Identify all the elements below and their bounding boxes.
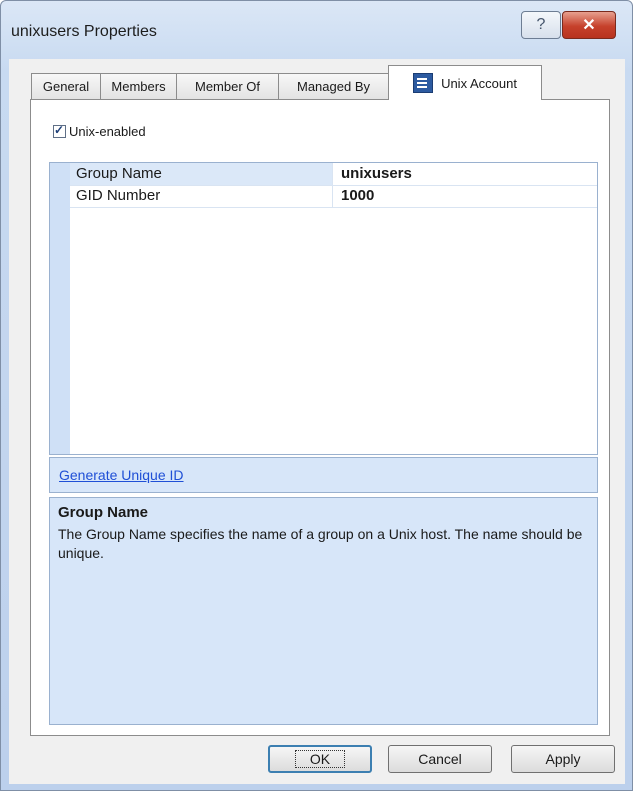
cancel-button[interactable]: Cancel	[388, 745, 492, 773]
ok-label: OK	[294, 750, 346, 768]
tab-managed-by[interactable]: Managed By	[278, 73, 389, 99]
property-value[interactable]: 1000	[333, 185, 374, 207]
property-name: GID Number	[70, 185, 333, 207]
ok-button[interactable]: OK	[268, 745, 372, 773]
properties-dialog: unixusers Properties ? ✕ General Members…	[0, 0, 633, 791]
tab-members[interactable]: Members	[100, 73, 177, 99]
property-grid[interactable]: Group Name unixusers GID Number 1000	[49, 162, 598, 455]
property-row-gid-number[interactable]: GID Number 1000	[70, 185, 597, 208]
unix-enabled-label: Unix-enabled	[69, 124, 146, 139]
command-pane: Generate Unique ID	[49, 457, 598, 493]
tab-label: Members	[111, 79, 166, 94]
tab-label: Managed By	[297, 79, 370, 94]
property-row-group-name[interactable]: Group Name unixusers	[70, 163, 597, 186]
title-bar[interactable]: unixusers Properties ? ✕	[1, 1, 632, 61]
cancel-label: Cancel	[418, 751, 462, 767]
unix-enabled-row[interactable]: Unix-enabled	[53, 123, 146, 139]
tab-label: Unix Account	[441, 75, 517, 91]
property-value[interactable]: unixusers	[333, 163, 412, 185]
property-name: Group Name	[70, 163, 333, 185]
tab-label: General	[42, 79, 90, 94]
tab-general[interactable]: General	[31, 73, 101, 99]
close-button[interactable]: ✕	[562, 11, 616, 39]
description-pane: Group Name The Group Name specifies the …	[49, 497, 598, 725]
close-icon: ✕	[582, 17, 596, 34]
unix-account-panel: Unix-enabled Group Name unixusers GID Nu…	[30, 99, 610, 736]
apply-button[interactable]: Apply	[511, 745, 615, 773]
dialog-body: General Members Member Of Managed By Uni…	[9, 59, 625, 784]
description-title: Group Name	[58, 504, 149, 521]
grid-margin	[50, 163, 70, 454]
window-title: unixusers Properties	[11, 23, 157, 40]
tab-member-of[interactable]: Member Of	[176, 73, 279, 99]
description-text: The Group Name specifies the name of a g…	[58, 526, 583, 561]
tab-label: Member Of	[194, 79, 260, 94]
unix-enabled-checkbox[interactable]	[53, 123, 66, 138]
help-button[interactable]: ?	[521, 11, 561, 39]
apply-label: Apply	[545, 751, 581, 767]
unix-account-icon	[413, 73, 434, 93]
help-icon: ?	[536, 16, 546, 33]
generate-unique-id-link[interactable]: Generate Unique ID	[59, 467, 184, 483]
tab-unix-account[interactable]: Unix Account	[388, 65, 542, 100]
